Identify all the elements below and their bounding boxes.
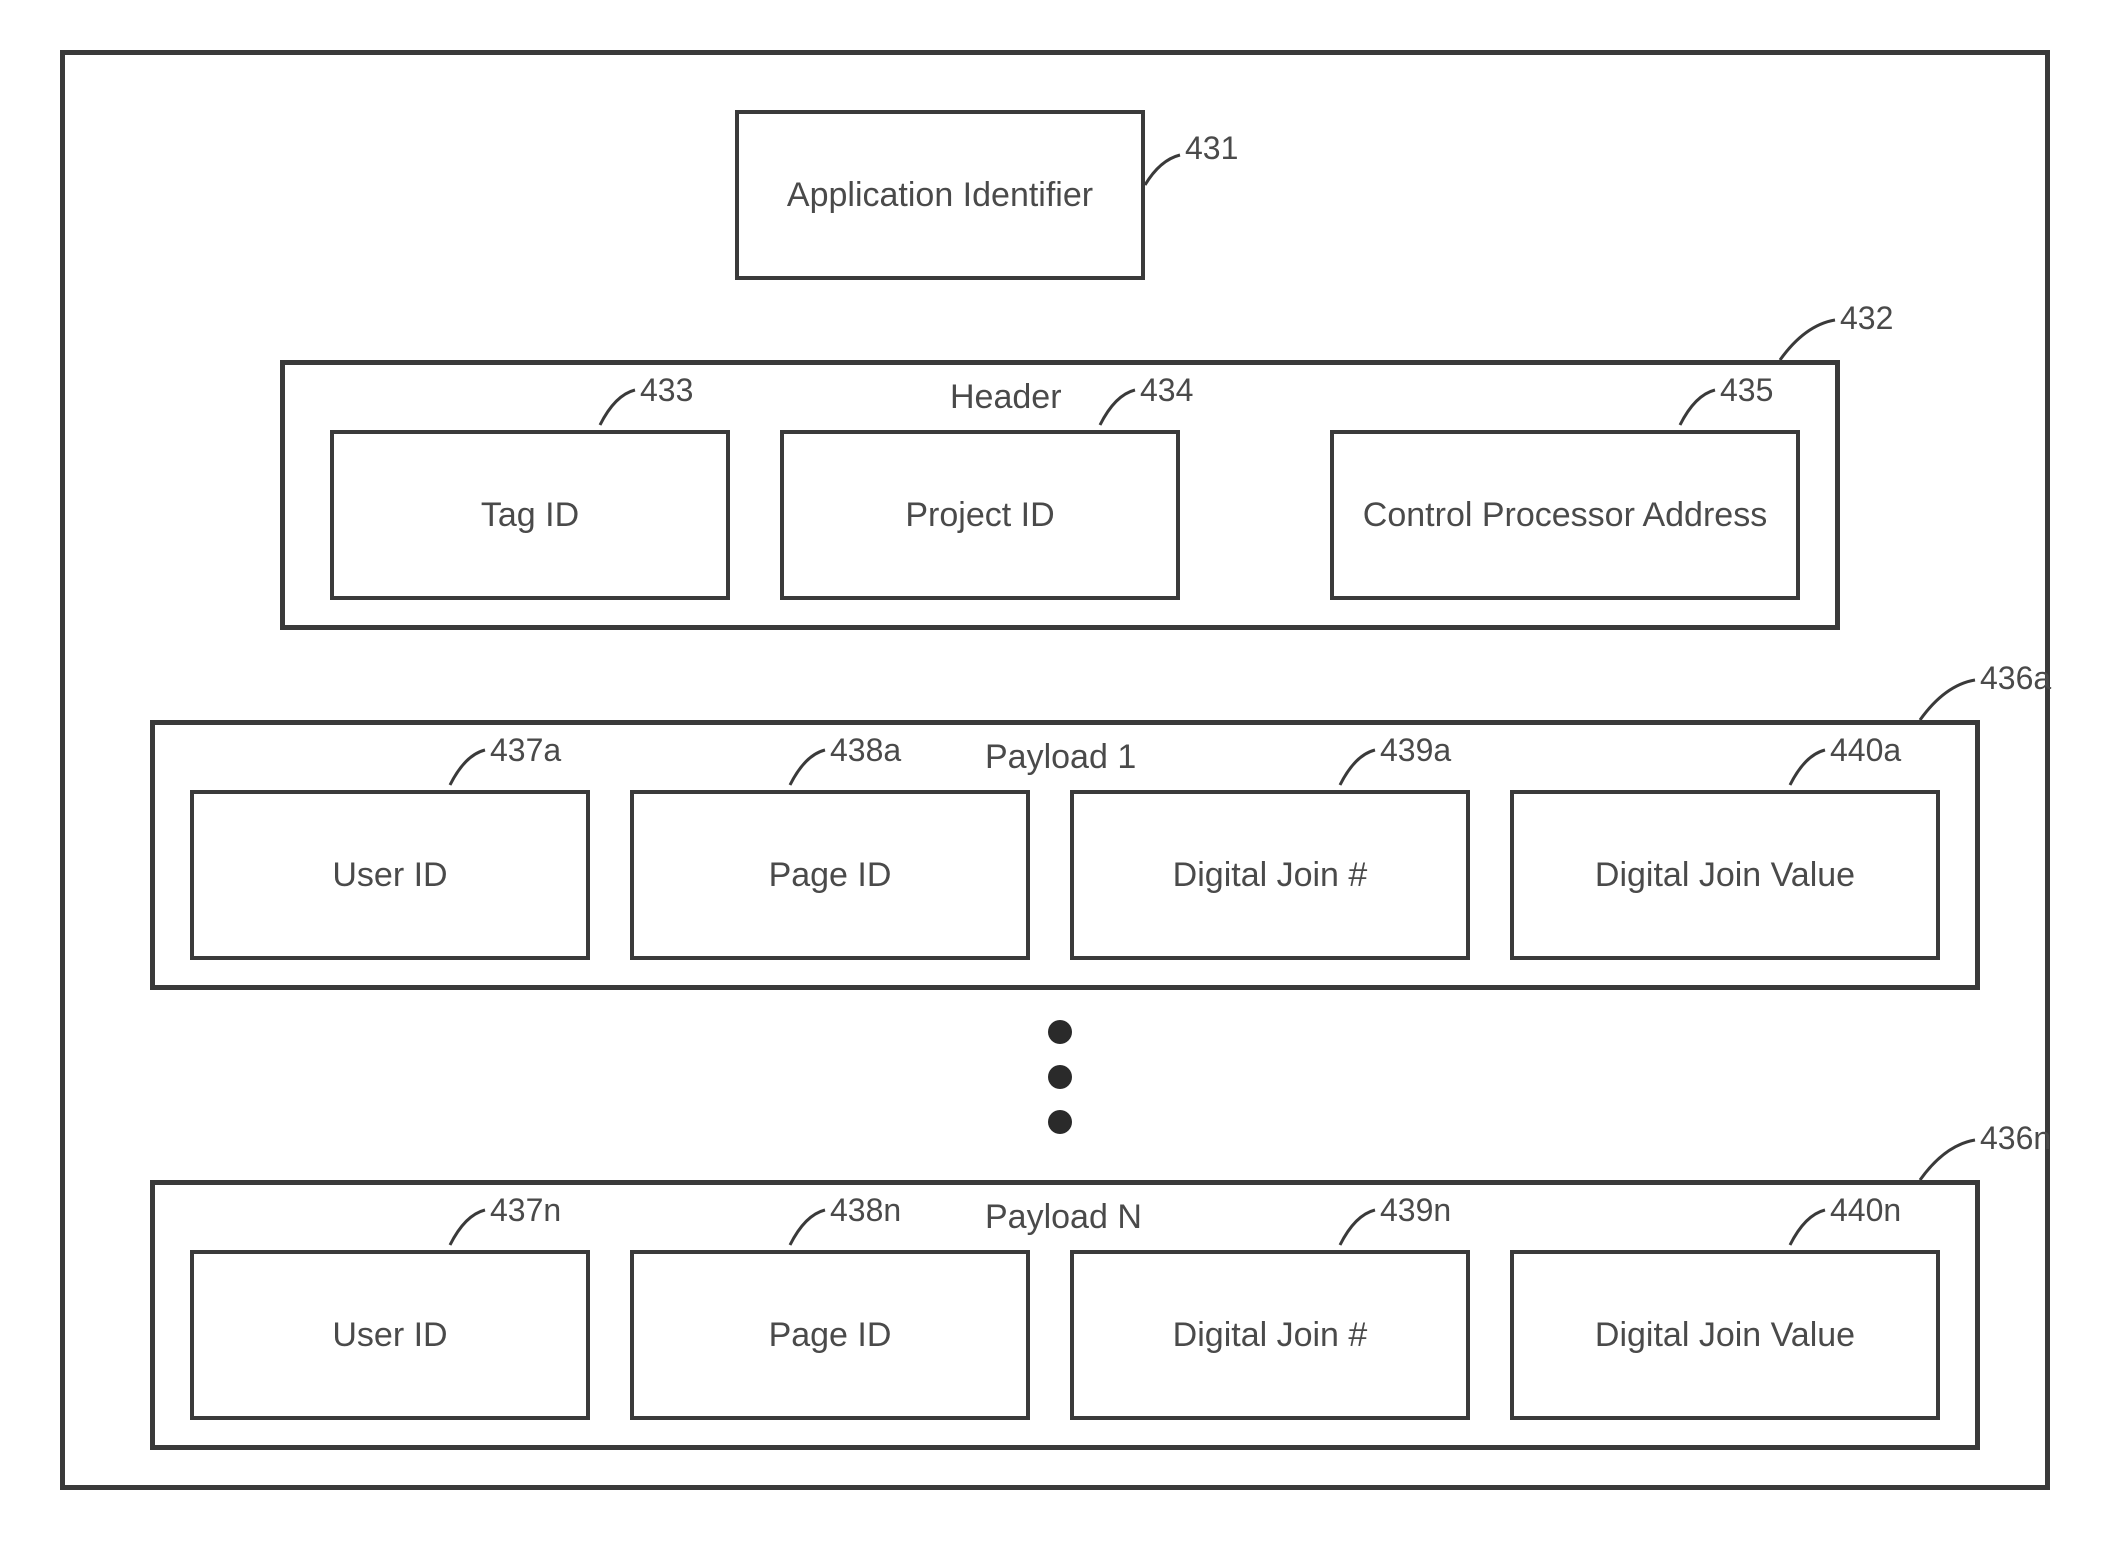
application-identifier-label: Application Identifier — [787, 175, 1093, 216]
ref-434: 434 — [1140, 372, 1193, 409]
ref-437a: 437a — [490, 732, 561, 769]
p1-dj-num-label: Digital Join # — [1173, 855, 1368, 896]
leader-436a — [1920, 675, 1950, 705]
leader-433 — [600, 385, 630, 415]
pN-user-id-box: User ID — [190, 1250, 590, 1420]
leader-437a — [450, 745, 480, 775]
ellipsis-dot — [1048, 1020, 1072, 1044]
ref-439n: 439n — [1380, 1192, 1451, 1229]
tag-id-label: Tag ID — [481, 495, 579, 536]
leader-431 — [1145, 150, 1175, 180]
p1-page-id-box: Page ID — [630, 790, 1030, 960]
ref-432: 432 — [1840, 300, 1893, 337]
leader-434 — [1100, 385, 1130, 415]
payloadN-title: Payload N — [985, 1198, 1142, 1237]
pN-page-id-box: Page ID — [630, 1250, 1030, 1420]
ref-440a: 440a — [1830, 732, 1901, 769]
p1-user-id-box: User ID — [190, 790, 590, 960]
p1-dj-val-label: Digital Join Value — [1595, 855, 1855, 896]
pN-dj-num-label: Digital Join # — [1173, 1315, 1368, 1356]
p1-user-id-label: User ID — [332, 855, 447, 896]
ellipsis-dot — [1048, 1065, 1072, 1089]
leader-440a — [1790, 745, 1820, 775]
cp-address-label: Control Processor Address — [1363, 495, 1767, 536]
pN-page-id-label: Page ID — [769, 1315, 892, 1356]
ref-433: 433 — [640, 372, 693, 409]
ref-438a: 438a — [830, 732, 901, 769]
ref-437n: 437n — [490, 1192, 561, 1229]
leader-436n — [1920, 1135, 1950, 1165]
ref-436n: 436n — [1980, 1120, 2051, 1157]
leader-438n — [790, 1205, 820, 1235]
payload1-title: Payload 1 — [985, 738, 1136, 777]
pN-dj-val-label: Digital Join Value — [1595, 1315, 1855, 1356]
leader-432 — [1780, 315, 1810, 345]
p1-dj-val-box: Digital Join Value — [1510, 790, 1940, 960]
leader-440n — [1790, 1205, 1820, 1235]
leader-439a — [1340, 745, 1370, 775]
tag-id-box: Tag ID — [330, 430, 730, 600]
ref-440n: 440n — [1830, 1192, 1901, 1229]
project-id-label: Project ID — [905, 495, 1054, 536]
ref-436a: 436a — [1980, 660, 2051, 697]
pN-dj-num-box: Digital Join # — [1070, 1250, 1470, 1420]
ref-431: 431 — [1185, 130, 1238, 167]
leader-437n — [450, 1205, 480, 1235]
pN-dj-val-box: Digital Join Value — [1510, 1250, 1940, 1420]
ref-438n: 438n — [830, 1192, 901, 1229]
project-id-box: Project ID — [780, 430, 1180, 600]
cp-address-box: Control Processor Address — [1330, 430, 1800, 600]
pN-user-id-label: User ID — [332, 1315, 447, 1356]
diagram-stage: Application Identifier 431 Header 432 Ta… — [0, 0, 2111, 1546]
ref-435: 435 — [1720, 372, 1773, 409]
leader-439n — [1340, 1205, 1370, 1235]
p1-dj-num-box: Digital Join # — [1070, 790, 1470, 960]
p1-page-id-label: Page ID — [769, 855, 892, 896]
leader-438a — [790, 745, 820, 775]
header-title: Header — [950, 378, 1062, 417]
ref-439a: 439a — [1380, 732, 1451, 769]
leader-435 — [1680, 385, 1710, 415]
application-identifier-box: Application Identifier — [735, 110, 1145, 280]
ellipsis-dot — [1048, 1110, 1072, 1134]
